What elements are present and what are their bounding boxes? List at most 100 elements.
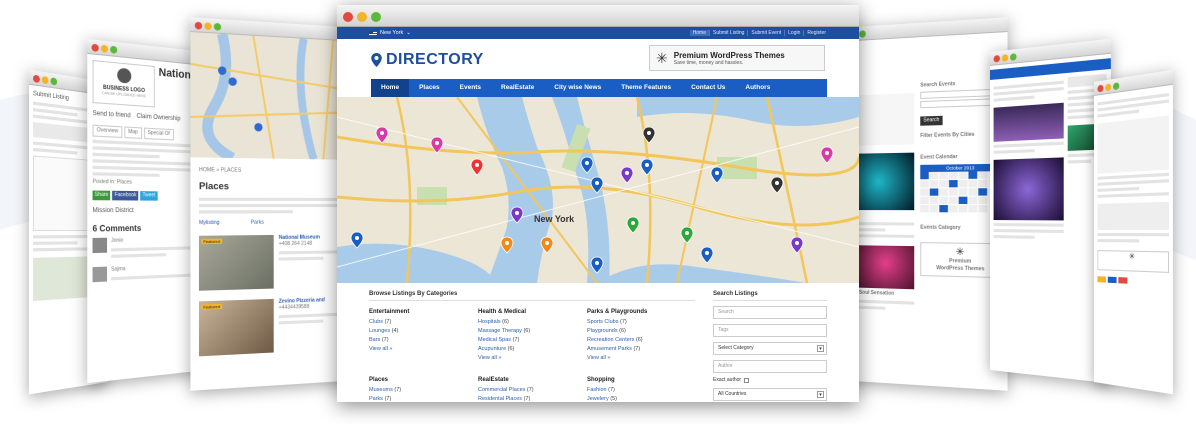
calendar-day[interactable] — [939, 172, 948, 179]
calendar-day[interactable] — [920, 180, 928, 187]
tweet-button[interactable]: Tweet — [141, 191, 158, 201]
exact-author-checkbox[interactable]: Exact author — [713, 377, 827, 383]
minimize-window-icon[interactable] — [357, 12, 367, 22]
calendar-day[interactable] — [949, 197, 958, 204]
calendar-day[interactable] — [920, 205, 928, 212]
calendar-day[interactable] — [930, 188, 939, 195]
category-item[interactable]: Bars (7) — [369, 336, 477, 345]
calendar-day[interactable] — [949, 172, 958, 179]
list-item[interactable]: Featured National Museum +408 264 2148 — [199, 234, 352, 291]
claim-ownership-link[interactable]: Claim Ownership — [137, 112, 181, 123]
top-link-login[interactable]: Login — [784, 30, 803, 36]
calendar-day[interactable] — [959, 180, 968, 187]
facebook-button[interactable]: Facebook — [113, 191, 139, 201]
calendar-day[interactable] — [920, 189, 928, 196]
category-item[interactable]: Clubs (7) — [369, 318, 477, 327]
calendar-day[interactable] — [930, 172, 939, 179]
country-select[interactable]: All Countries ▾ — [713, 388, 827, 401]
category-item[interactable]: Hospitals (6) — [478, 318, 586, 327]
category-item[interactable]: Massage Therapy (6) — [478, 327, 586, 336]
category-item[interactable]: Sports Clubs (7) — [587, 318, 695, 327]
nav-theme-features[interactable]: Theme Features — [611, 79, 681, 97]
search-input[interactable]: Search — [713, 306, 827, 319]
category-heading[interactable]: Health & Medical — [478, 309, 586, 315]
maximize-window-icon[interactable] — [371, 12, 381, 22]
calendar-day[interactable] — [939, 197, 948, 204]
category-heading[interactable]: RealEstate — [478, 377, 586, 383]
city-selector[interactable]: New York ⌄ — [369, 30, 411, 36]
category-item[interactable]: Recreation Centers (6) — [587, 336, 695, 345]
calendar-day[interactable] — [930, 205, 939, 212]
view-all-link[interactable]: View all » — [478, 354, 586, 363]
category-item[interactable]: Parks (7) — [369, 395, 477, 402]
close-window-icon[interactable] — [343, 12, 353, 22]
events-search-button[interactable]: Search — [920, 116, 942, 126]
category-item[interactable]: Amusement Parks (7) — [587, 345, 695, 354]
calendar-day[interactable] — [968, 197, 977, 204]
category-heading[interactable]: Parks & Playgrounds — [587, 309, 695, 315]
calendar-day[interactable] — [959, 205, 968, 212]
nav-authors[interactable]: Authors — [735, 79, 780, 97]
category-item[interactable]: Jewelery (5) — [587, 395, 695, 402]
calendar-day[interactable] — [949, 188, 958, 195]
nav-realestate[interactable]: RealEstate — [491, 79, 544, 97]
tab-parks[interactable]: Parks — [251, 220, 264, 227]
send-to-friend-link[interactable]: Send to friend — [93, 110, 131, 121]
category-heading[interactable]: Shopping — [587, 377, 695, 383]
category-select[interactable]: Select Category ▾ — [713, 342, 827, 355]
promo-box[interactable]: ✳ Premium WordPress Themes — [920, 242, 1001, 278]
calendar-day[interactable] — [968, 171, 977, 178]
calendar-day[interactable] — [978, 197, 987, 204]
calendar-day[interactable] — [968, 188, 977, 195]
top-link-home[interactable]: Home — [690, 30, 709, 36]
view-all-link[interactable]: View all » — [369, 345, 477, 354]
view-all-link[interactable]: View all » — [587, 354, 695, 363]
calendar-day[interactable] — [939, 180, 948, 187]
calendar-day[interactable] — [930, 197, 939, 204]
tab-overview[interactable]: Overview — [93, 125, 123, 138]
calendar-day[interactable] — [930, 180, 939, 187]
calendar-day[interactable] — [949, 205, 958, 212]
category-item[interactable]: Acupunture (6) — [478, 345, 586, 354]
category-item[interactable]: Commercial Places (7) — [478, 386, 586, 395]
author-input[interactable]: Author — [713, 360, 827, 373]
calendar-day[interactable] — [978, 205, 987, 212]
category-heading[interactable]: Entertainment — [369, 309, 477, 315]
nav-events[interactable]: Events — [450, 79, 491, 97]
tab-special-offers[interactable]: Special Of — [144, 128, 174, 141]
calendar-day[interactable] — [968, 205, 977, 212]
calendar-day[interactable] — [959, 197, 968, 204]
calendar-day[interactable] — [939, 205, 948, 212]
city-map[interactable]: New York — [337, 97, 859, 283]
top-link-register[interactable]: Register — [803, 30, 829, 36]
calendar-day[interactable] — [959, 172, 968, 179]
events-filter-input[interactable] — [920, 98, 1001, 108]
calendar-day[interactable] — [978, 180, 987, 187]
calendar-day[interactable] — [978, 171, 987, 178]
premium-themes-banner[interactable]: ✳ Premium WordPress Themes Save time, mo… — [649, 45, 825, 71]
calendar-day[interactable] — [968, 180, 977, 187]
calendar-day[interactable] — [920, 197, 928, 204]
tab-mylisting[interactable]: Mylisting — [199, 220, 220, 228]
category-item[interactable]: Fashion (7) — [587, 386, 695, 395]
calendar-day[interactable] — [939, 188, 948, 195]
category-item[interactable]: Playgrounds (6) — [587, 327, 695, 336]
nav-contact-us[interactable]: Contact Us — [681, 79, 735, 97]
category-item[interactable]: Lounges (4) — [369, 327, 477, 336]
calendar-day[interactable] — [959, 188, 968, 195]
category-heading[interactable]: Places — [369, 377, 477, 383]
calendar-day[interactable] — [920, 172, 928, 179]
category-item[interactable]: Medical Spas (7) — [478, 336, 586, 345]
site-logo[interactable]: DIRECTORY — [371, 51, 484, 69]
nav-city-wise-news[interactable]: City wise News — [544, 79, 611, 97]
category-item[interactable]: Museums (7) — [369, 386, 477, 395]
share-button[interactable]: Share — [93, 190, 111, 200]
top-link-submit-event[interactable]: Submit Event — [747, 30, 784, 36]
calendar-day[interactable] — [978, 188, 987, 195]
tab-map[interactable]: Map — [124, 126, 142, 138]
top-link-submit-listing[interactable]: Submit Listing — [709, 30, 747, 36]
events-search-input[interactable] — [920, 89, 1001, 99]
tags-input[interactable]: Tags — [713, 324, 827, 337]
event-calendar[interactable] — [920, 171, 988, 213]
nav-home[interactable]: Home — [371, 79, 409, 97]
